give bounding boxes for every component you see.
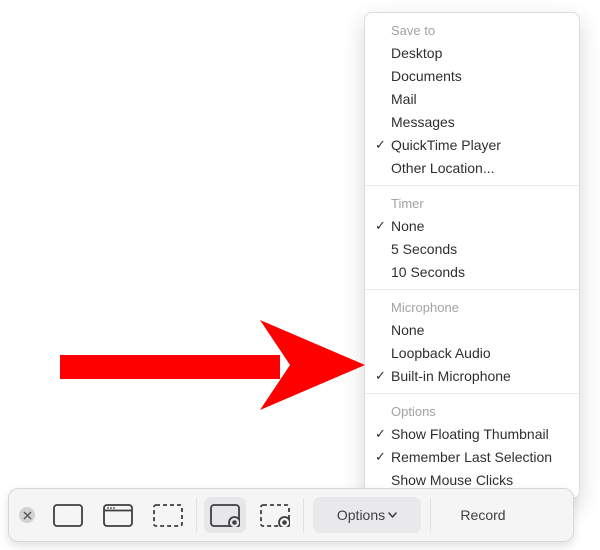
menu-item-remember-selection[interactable]: ✓ Remember Last Selection [365, 445, 579, 468]
menu-header-save-to: Save to [365, 19, 579, 41]
menu-item-timer-none[interactable]: ✓ None [365, 214, 579, 237]
menu-item-label: None [391, 218, 424, 234]
menu-header-options: Options [365, 400, 579, 422]
menu-header-timer: Timer [365, 192, 579, 214]
screen-icon [53, 504, 83, 527]
menu-item-timer-5s[interactable]: 5 Seconds [365, 237, 579, 260]
selection-icon [153, 504, 183, 527]
options-label: Options [337, 507, 385, 523]
menu-item-messages[interactable]: Messages [365, 110, 579, 133]
close-icon [23, 511, 32, 520]
menu-item-show-thumbnail[interactable]: ✓ Show Floating Thumbnail [365, 422, 579, 445]
chevron-down-icon [388, 512, 397, 518]
menu-item-desktop[interactable]: Desktop [365, 41, 579, 64]
menu-item-documents[interactable]: Documents [365, 64, 579, 87]
menu-separator [365, 289, 579, 290]
options-menu: Save to Desktop Documents Mail Messages … [364, 12, 580, 499]
menu-item-other-location[interactable]: Other Location... [365, 156, 579, 179]
close-toolbar-button[interactable] [19, 507, 35, 523]
toolbar-separator [430, 498, 431, 532]
check-icon: ✓ [375, 136, 386, 154]
record-selection-icon [260, 504, 290, 527]
check-icon: ✓ [375, 448, 386, 466]
screenshot-toolbar: Options Record [8, 488, 574, 542]
menu-item-mic-none[interactable]: None [365, 318, 579, 341]
menu-item-mic-builtin[interactable]: ✓ Built-in Microphone [365, 364, 579, 387]
annotation-arrow-icon [60, 320, 370, 415]
menu-item-label: Show Floating Thumbnail [391, 426, 549, 442]
menu-item-label: Remember Last Selection [391, 449, 552, 465]
record-label: Record [460, 507, 505, 523]
menu-item-mail[interactable]: Mail [365, 87, 579, 110]
check-icon: ✓ [375, 217, 386, 235]
menu-header-microphone: Microphone [365, 296, 579, 318]
menu-item-quicktime-player[interactable]: ✓ QuickTime Player [365, 133, 579, 156]
menu-separator [365, 185, 579, 186]
record-screen-icon [210, 504, 240, 527]
record-button[interactable]: Record [434, 497, 532, 533]
menu-item-mic-loopback[interactable]: Loopback Audio [365, 341, 579, 364]
toolbar-separator [303, 498, 304, 532]
menu-separator [365, 393, 579, 394]
menu-item-label: Built-in Microphone [391, 368, 511, 384]
check-icon: ✓ [375, 367, 386, 385]
options-button[interactable]: Options [313, 497, 421, 533]
window-icon [103, 504, 133, 527]
capture-entire-screen-button[interactable] [47, 497, 89, 533]
record-selection-button[interactable] [254, 497, 296, 533]
record-entire-screen-button[interactable] [204, 497, 246, 533]
capture-window-button[interactable] [97, 497, 139, 533]
capture-selection-button[interactable] [147, 497, 189, 533]
menu-item-label: QuickTime Player [391, 137, 501, 153]
menu-item-timer-10s[interactable]: 10 Seconds [365, 260, 579, 283]
toolbar-separator [196, 498, 197, 532]
check-icon: ✓ [375, 425, 386, 443]
